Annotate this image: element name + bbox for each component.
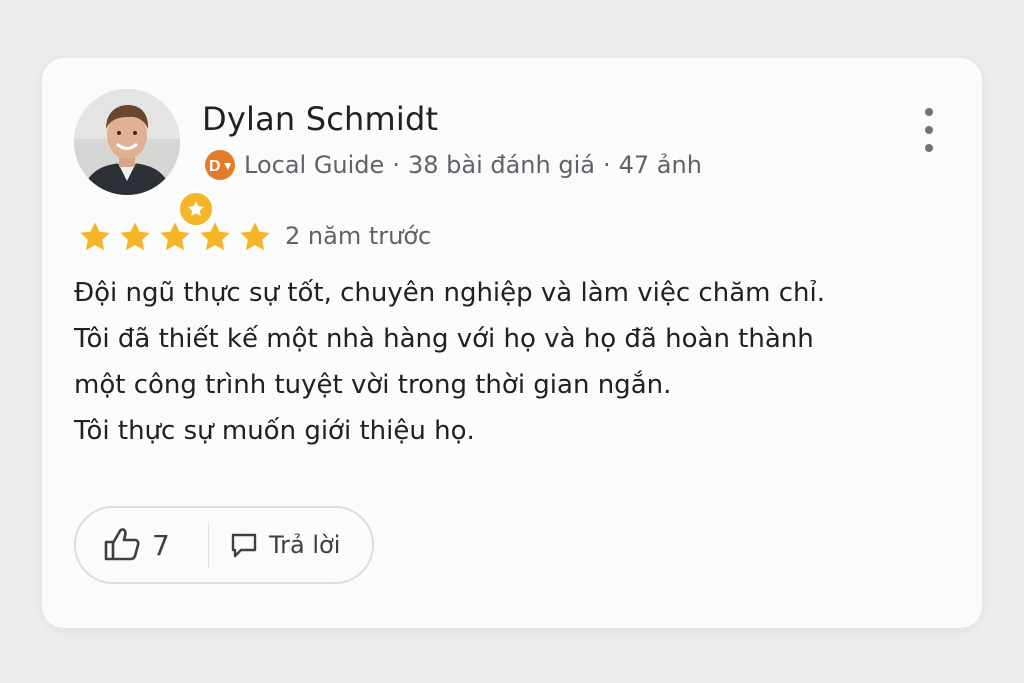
reply-label: Trả lời [269, 531, 341, 559]
thumbs-up-icon [104, 528, 140, 561]
review-line: Tôi đã thiết kế một nhà hàng với họ và h… [74, 324, 814, 354]
reviews-count: 38 bài đánh giá [407, 151, 595, 179]
avatar[interactable] [74, 89, 180, 195]
like-button[interactable]: 7 [76, 508, 208, 582]
star-icon [200, 222, 230, 251]
reviewer-meta: D Local Guide · 38 bài đánh giá · 47 ảnh [204, 148, 702, 182]
svg-text:D: D [209, 158, 221, 175]
more-options-button[interactable] [914, 108, 944, 152]
star-badge-icon [188, 201, 204, 217]
meta-separator: · [392, 151, 400, 179]
reply-button[interactable]: Trả lời [209, 508, 340, 582]
star-icon [80, 222, 110, 251]
like-count: 7 [152, 528, 170, 562]
reviewer-name[interactable]: Dylan Schmidt [202, 100, 438, 138]
comment-icon [231, 533, 257, 558]
star-icon [120, 222, 150, 251]
review-card: Dylan Schmidt D Local Guide · 38 bài đán… [42, 58, 982, 628]
review-time: 2 năm trước [285, 222, 432, 250]
review-actions: 7 Trả lời [74, 506, 374, 584]
reviewer-avatar-wrapper[interactable] [74, 89, 215, 228]
local-guide-label: Local Guide [244, 151, 385, 179]
star-icon [240, 222, 270, 251]
review-text: Đội ngũ thực sự tốt, chuyên nghiệp và là… [74, 270, 954, 454]
meta-separator: · [602, 151, 611, 179]
review-line: Đội ngũ thực sự tốt, chuyên nghiệp và là… [74, 278, 825, 308]
more-vert-dot [925, 126, 933, 134]
more-vert-dot [925, 144, 933, 152]
local-guide-icon: D [205, 150, 235, 180]
more-vert-icon [925, 108, 933, 116]
star-icon [160, 222, 190, 251]
review-line: một công trình tuyệt vời trong thời gian… [74, 370, 672, 400]
avatar-photo [74, 89, 180, 195]
star-rating [75, 219, 275, 255]
review-line: Tôi thực sự muốn giới thiệu họ. [74, 416, 475, 446]
photos-count: 47 ảnh [618, 151, 702, 179]
